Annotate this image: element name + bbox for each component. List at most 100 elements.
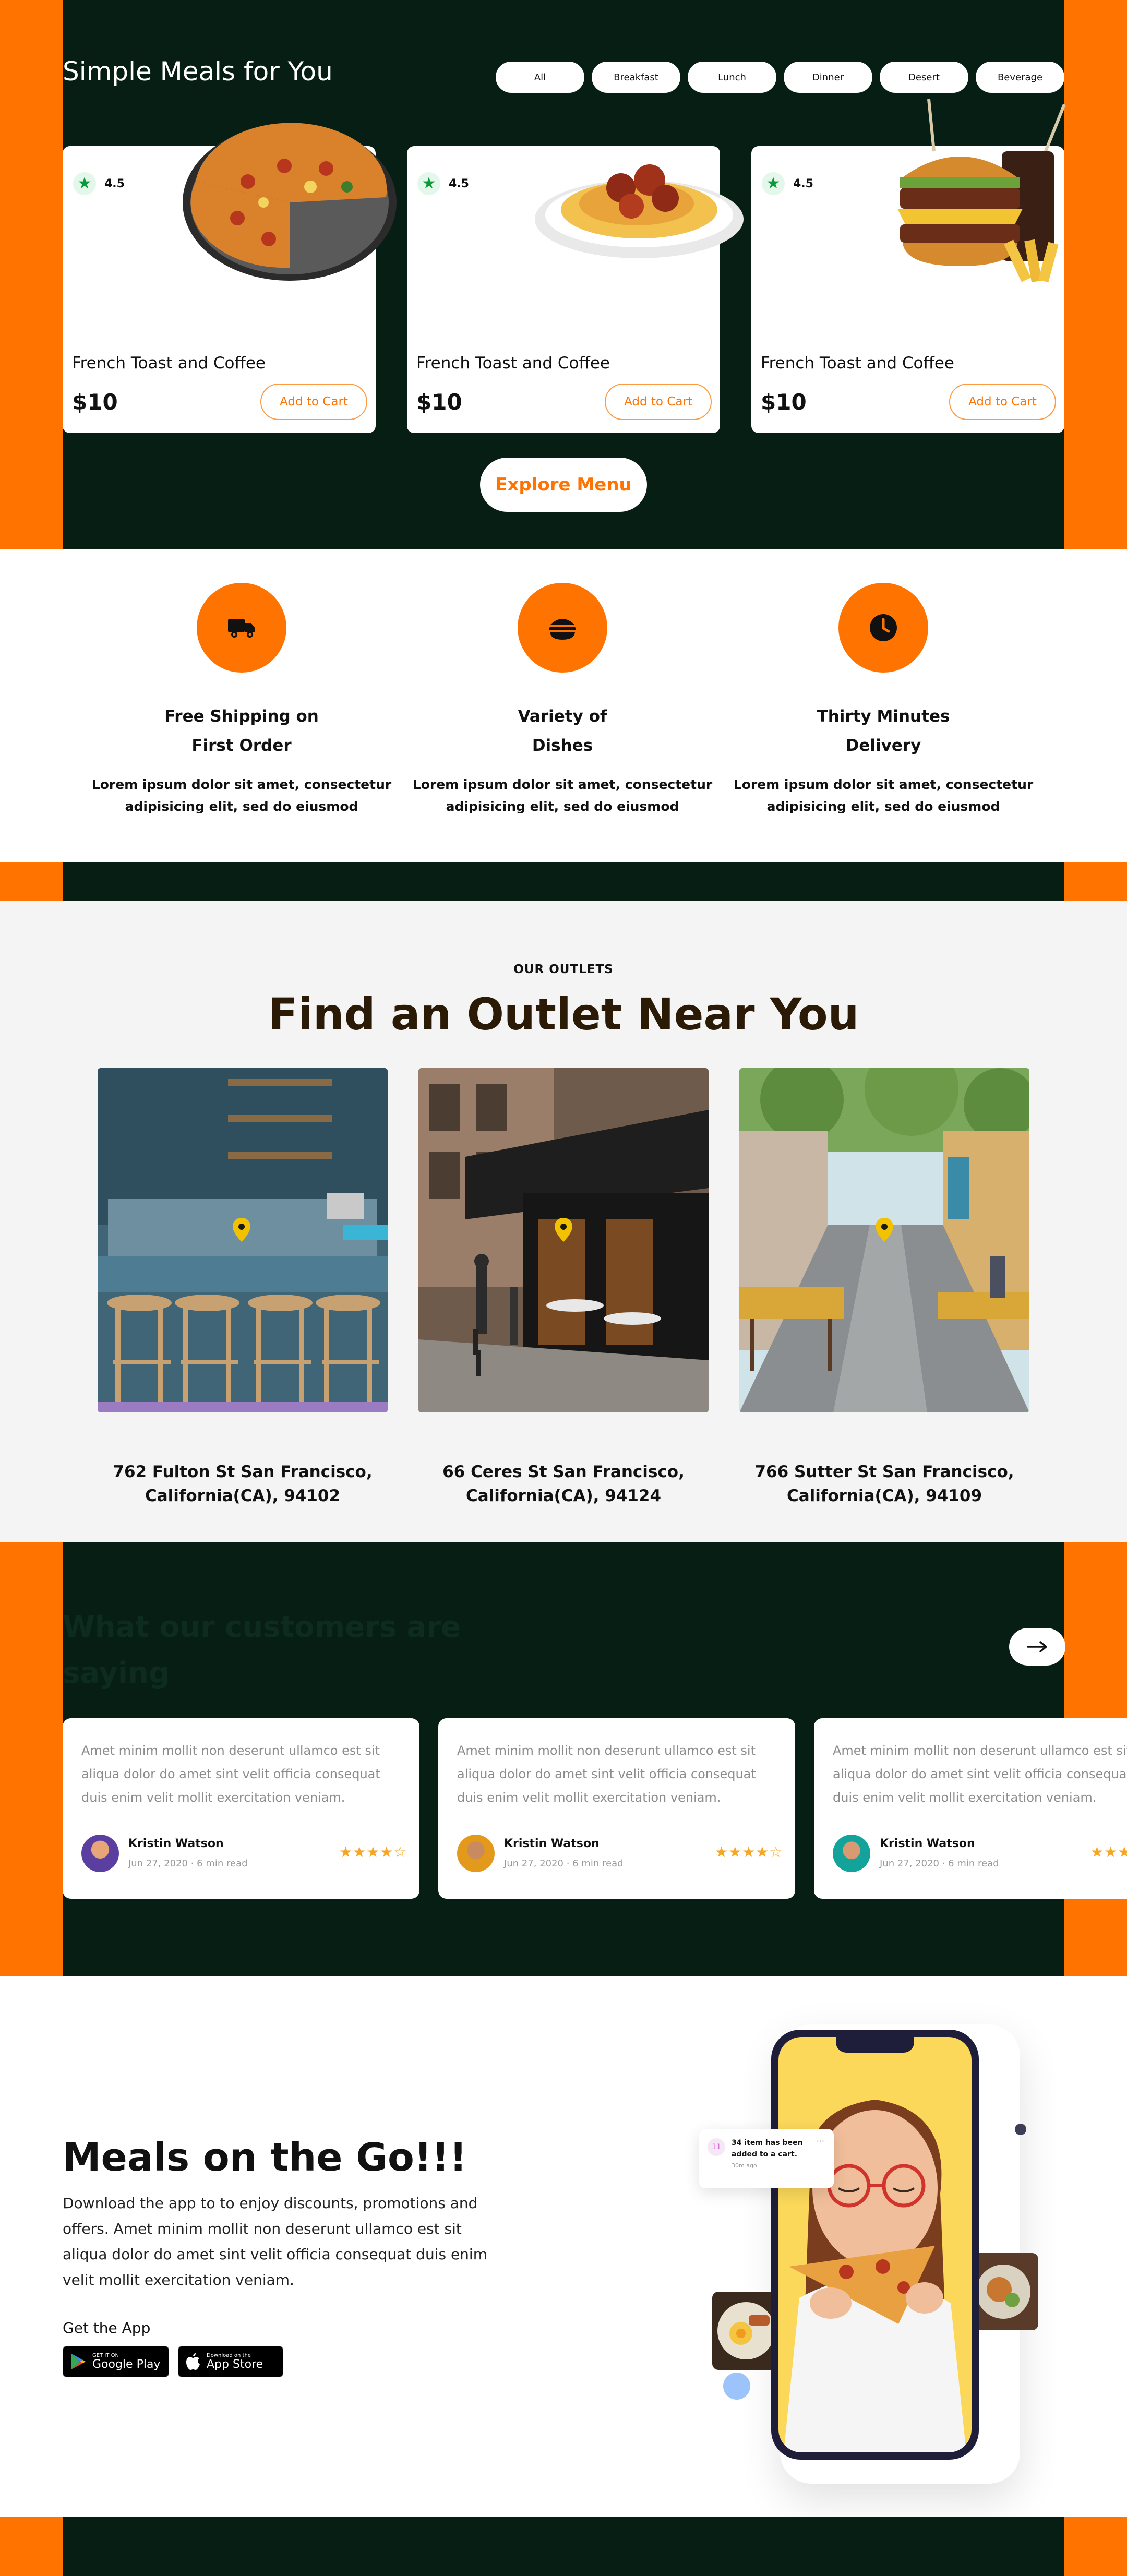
dish-price: $10 xyxy=(72,389,118,415)
star-rating: ★★★★☆ xyxy=(1090,1843,1127,1861)
star-icon: ★ xyxy=(417,172,440,195)
location-pin-icon xyxy=(233,1218,250,1242)
decorative-blue-dot xyxy=(723,2373,750,2400)
feature-description: Lorem ipsum dolor sit amet, consectetur … xyxy=(91,777,392,814)
add-to-cart-button[interactable]: Add to Cart xyxy=(605,384,712,420)
filter-desert[interactable]: Desert xyxy=(880,62,968,93)
app-store-small-text: Download on the xyxy=(207,2352,251,2358)
outlets-title: Find an Outlet Near You xyxy=(268,989,859,1040)
add-to-cart-button[interactable]: Add to Cart xyxy=(949,384,1056,420)
dish-name: French Toast and Coffee xyxy=(72,354,266,373)
phone-screen xyxy=(778,2037,972,2452)
google-play-small-text: GET IT ON xyxy=(92,2352,119,2358)
burger-icon xyxy=(549,619,576,640)
star-icon: ★ xyxy=(762,172,785,195)
rating: ★ 4.5 xyxy=(762,172,813,195)
star-icon: ★ xyxy=(73,172,96,195)
testimonials-title: What our customers are saying xyxy=(63,1610,461,1690)
reviewer-name: Kristin Watson xyxy=(880,1837,975,1850)
feature-description: Lorem ipsum dolor sit amet, consectetur … xyxy=(733,777,1034,814)
feature-icon-circle xyxy=(197,583,286,673)
filter-beverage[interactable]: Beverage xyxy=(976,62,1064,93)
divider-right xyxy=(1064,862,1127,901)
review-date: Jun 27, 2020 · 6 min read xyxy=(880,1858,999,1869)
google-play-text: Google Play xyxy=(92,2357,161,2371)
spaghetti-image xyxy=(535,164,744,258)
burger-image xyxy=(897,99,1066,283)
outlet-address: 766 Sutter St San Francisco, California(… xyxy=(754,1463,1014,1505)
testimonial-text: Amet minim mollit non deserunt ullamco e… xyxy=(833,1743,1127,1805)
notification-avatar: 11 xyxy=(708,2138,725,2156)
phone-notch xyxy=(836,2037,914,2053)
divider-band xyxy=(63,862,1064,901)
star-rating: ★★★★☆ xyxy=(339,1843,407,1861)
feature-title: Variety of Dishes xyxy=(518,707,607,755)
rating: ★ 4.5 xyxy=(417,172,469,195)
menu-title: Simple Meals for You xyxy=(63,56,333,87)
footer-right-stripe xyxy=(1064,2517,1127,2576)
footer-left-stripe xyxy=(0,2517,63,2576)
rating-value: 4.5 xyxy=(793,177,813,190)
dish-thumbnail-left xyxy=(712,2292,780,2370)
google-play-icon xyxy=(71,2354,86,2369)
feature-icon-circle xyxy=(838,583,928,673)
phone-frame xyxy=(771,2030,979,2460)
testimonial-card: Amet minim mollit non deserunt ullamco e… xyxy=(63,1718,419,1899)
dish-price: $10 xyxy=(761,389,807,415)
location-pin-icon xyxy=(555,1218,572,1242)
explore-menu-button[interactable]: Explore Menu xyxy=(480,458,647,512)
avatar xyxy=(457,1835,495,1872)
rating: ★ 4.5 xyxy=(73,172,125,195)
filter-dinner[interactable]: Dinner xyxy=(784,62,872,93)
more-icon[interactable]: ··· xyxy=(817,2136,824,2146)
outlet-address: 762 Fulton St San Francisco, California(… xyxy=(113,1463,373,1505)
add-to-cart-button[interactable]: Add to Cart xyxy=(260,384,367,420)
apple-icon xyxy=(186,2353,200,2370)
review-date: Jun 27, 2020 · 6 min read xyxy=(128,1858,248,1869)
truck-icon xyxy=(228,619,255,638)
notification-time: 30m ago xyxy=(732,2162,757,2169)
arrow-right-icon xyxy=(1027,1641,1047,1652)
google-play-button[interactable]: GET IT ON Google Play xyxy=(63,2346,169,2377)
notification-text: 34 item has been added to a cart. xyxy=(732,2139,803,2159)
avatar xyxy=(81,1835,119,1872)
app-description: Download the app to to enjoy discounts, … xyxy=(63,2195,487,2289)
app-store-text: App Store xyxy=(207,2357,263,2371)
testimonial-text: Amet minim mollit non deserunt ullamco e… xyxy=(457,1743,756,1805)
clock-icon xyxy=(870,614,897,641)
footer-band xyxy=(63,2517,1064,2576)
feature-description: Lorem ipsum dolor sit amet, consectetur … xyxy=(412,777,713,814)
app-store-button[interactable]: Download on the App Store xyxy=(178,2346,283,2377)
feature-title: Thirty Minutes Delivery xyxy=(817,707,950,755)
review-date: Jun 27, 2020 · 6 min read xyxy=(504,1858,624,1869)
category-filters: All Breakfast Lunch Dinner Desert Bevera… xyxy=(496,62,1064,93)
divider-left xyxy=(0,862,63,901)
testimonial-text: Amet minim mollit non deserunt ullamco e… xyxy=(81,1743,380,1805)
get-app-label: Get the App xyxy=(63,2319,151,2337)
decorative-dot xyxy=(1015,2124,1026,2135)
rating-value: 4.5 xyxy=(449,177,469,190)
dish-name: French Toast and Coffee xyxy=(416,354,610,373)
filter-breakfast[interactable]: Breakfast xyxy=(592,62,680,93)
testimonial-card: Amet minim mollit non deserunt ullamco e… xyxy=(814,1718,1127,1899)
left-orange-stripe xyxy=(0,0,63,549)
location-pin-icon xyxy=(876,1218,893,1242)
outlet-address: 66 Ceres St San Francisco, California(CA… xyxy=(442,1463,685,1505)
dish-name: French Toast and Coffee xyxy=(761,354,954,373)
filter-lunch[interactable]: Lunch xyxy=(688,62,776,93)
outlets-eyebrow: OUR OUTLETS xyxy=(513,963,614,976)
testimonial-card: Amet minim mollit non deserunt ullamco e… xyxy=(438,1718,795,1899)
filter-all[interactable]: All xyxy=(496,62,584,93)
feature-title: Free Shipping on First Order xyxy=(164,707,319,755)
cart-notification: 11 34 item has been added to a cart. 30m… xyxy=(699,2129,834,2188)
app-title: Meals on the Go!!! xyxy=(63,2135,467,2180)
reviewer-name: Kristin Watson xyxy=(504,1837,600,1850)
rating-value: 4.5 xyxy=(104,177,125,190)
star-rating: ★★★★☆ xyxy=(715,1843,783,1861)
next-arrow-button[interactable] xyxy=(1009,1628,1065,1666)
feature-icon-circle xyxy=(518,583,607,673)
testimonials-left-stripe xyxy=(0,1542,63,1976)
avatar xyxy=(833,1835,870,1872)
pizza-image xyxy=(183,123,397,281)
dish-price: $10 xyxy=(416,389,462,415)
